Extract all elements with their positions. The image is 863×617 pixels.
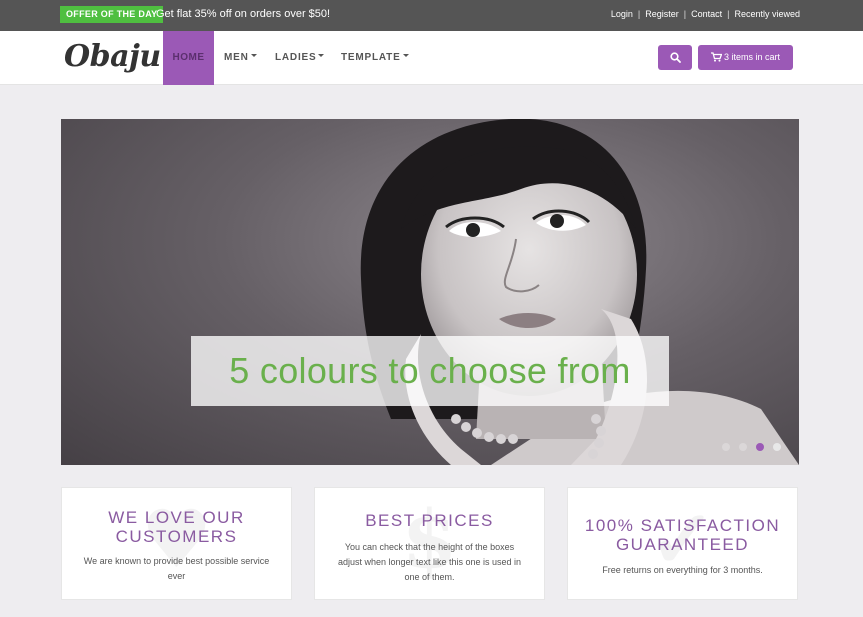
nav-ladies[interactable]: LADIES [275, 31, 325, 85]
separator: | [637, 9, 641, 19]
cart-icon [710, 51, 723, 62]
search-button[interactable] [658, 45, 692, 70]
nav-men-label: MEN [224, 52, 249, 63]
offer-text: Get flat 35% off on orders over $50! [156, 8, 331, 20]
hero-carousel[interactable]: 5 colours to choose from [61, 119, 799, 465]
cart-button[interactable]: 3 items in cart [698, 45, 793, 70]
nav-ladies-label: LADIES [275, 52, 317, 63]
carousel-dots [722, 443, 781, 451]
offer-badge[interactable]: OFFER OF THE DAY [60, 6, 164, 23]
feature-title-line: BEST PRICES [365, 511, 494, 530]
feature-box-prices: $ BEST PRICES You can check that the hei… [314, 487, 545, 600]
caption-box: 5 colours to choose from [191, 336, 669, 406]
feature-text: Free returns on everything for 3 months. [602, 565, 763, 575]
carousel-dot-4[interactable] [773, 443, 781, 451]
nav-home[interactable]: HOME [163, 31, 214, 85]
recently-viewed-link[interactable]: Recently viewed [734, 9, 800, 19]
separator: | [683, 9, 687, 19]
feature-title: BEST PRICES [315, 511, 544, 530]
nav-template-label: TEMPLATE [341, 52, 401, 63]
logo[interactable]: Obaju [64, 39, 161, 74]
carousel-dot-2[interactable] [739, 443, 747, 451]
caret-down-icon [318, 53, 325, 57]
carousel-dot-1[interactable] [722, 443, 730, 451]
search-icon [670, 52, 681, 63]
login-link[interactable]: Login [611, 9, 633, 19]
feature-box-customers: ♥ WE LOVE OUR CUSTOMERS We are known to … [61, 487, 292, 600]
feature-title: 100% SATISFACTION GUARANTEED [568, 516, 797, 554]
caret-down-icon [402, 53, 409, 57]
separator: | [727, 9, 730, 19]
carousel-dot-3[interactable] [756, 443, 764, 451]
feature-title-line: WE LOVE OUR [108, 508, 245, 527]
top-links: Login | Register | Contact | Recently vi… [611, 9, 800, 19]
feature-title-line: GUARANTEED [615, 535, 750, 554]
top-bar: OFFER OF THE DAY Get flat 35% off on ord… [0, 0, 863, 31]
register-link[interactable]: Register [645, 9, 679, 19]
cart-label: 3 items in cart [723, 52, 781, 62]
feature-title: WE LOVE OUR CUSTOMERS [62, 508, 291, 546]
caret-down-icon [250, 53, 257, 57]
feature-box-satisfaction: ✓ 100% SATISFACTION GUARANTEED Free retu… [567, 487, 798, 600]
feature-text: You can check that the height of the box… [337, 542, 522, 582]
contact-link[interactable]: Contact [691, 9, 722, 19]
hero-photo [360, 119, 799, 465]
feature-title-line: CUSTOMERS [115, 527, 238, 546]
feature-title-line: 100% SATISFACTION [584, 516, 781, 535]
hero-caption: 5 colours to choose from [229, 350, 631, 391]
main-navbar: Obaju HOME MEN LADIES TEMPLATE 3 items i… [0, 31, 863, 85]
nav-template[interactable]: TEMPLATE [341, 31, 409, 85]
feature-text: We are known to provide best possible se… [83, 556, 270, 581]
nav-men[interactable]: MEN [224, 31, 257, 85]
